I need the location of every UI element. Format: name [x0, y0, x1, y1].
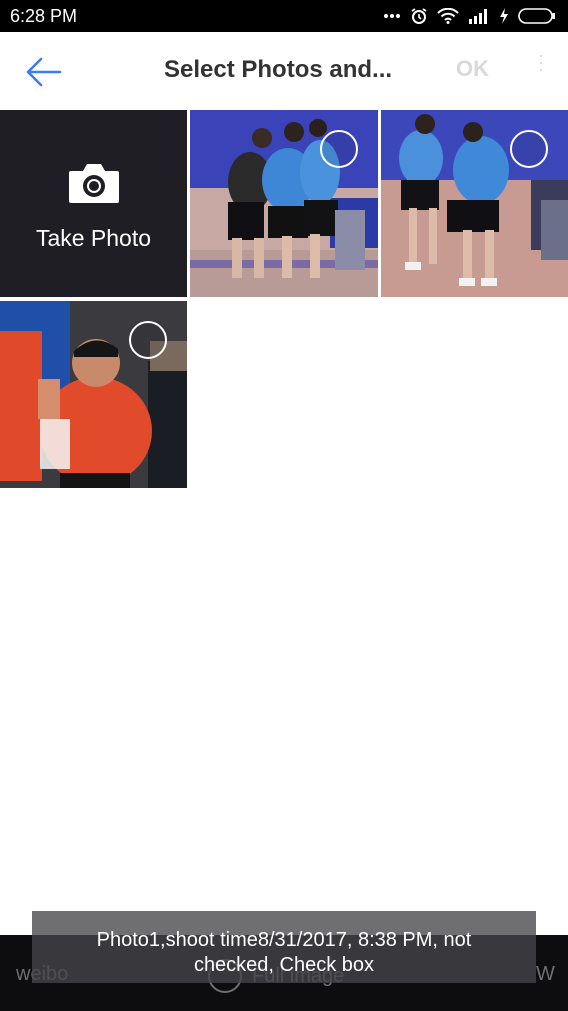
- back-button[interactable]: [24, 54, 64, 90]
- battery-icon: [518, 8, 555, 24]
- camera-icon: [68, 164, 119, 203]
- wifi-icon: [437, 8, 459, 24]
- toast-text: Photo1,shoot time8/31/2017, 8:38 PM, not…: [40, 928, 528, 978]
- status-time: 6:28 PM: [10, 5, 78, 26]
- page-title: Select Photos and...: [164, 56, 393, 83]
- signal-icon: [469, 9, 487, 24]
- charging-icon: [500, 8, 508, 24]
- more-dots-icon: [384, 14, 400, 18]
- alarm-icon: [411, 8, 427, 24]
- status-icons: [383, 7, 556, 25]
- status-bar: 6:28 PM: [0, 0, 568, 32]
- back-arrow-icon: [26, 57, 62, 87]
- photo-2-select-checkbox[interactable]: [510, 130, 548, 168]
- photo-1-select-checkbox[interactable]: [320, 130, 358, 168]
- take-photo-label: Take Photo: [35, 225, 152, 251]
- photo-thumbnail-2[interactable]: [381, 110, 568, 297]
- header: Select Photos and... OK: [0, 32, 568, 110]
- photo-thumbnail-3[interactable]: [0, 301, 187, 488]
- toast-line-2: checked, Check box: [193, 954, 375, 976]
- ok-button[interactable]: OK: [456, 56, 489, 82]
- take-photo-tile[interactable]: Take Photo: [0, 110, 187, 297]
- more-options-button[interactable]: [536, 50, 546, 90]
- photo-thumbnail-1[interactable]: [190, 110, 378, 297]
- bottom-right-label: W: [536, 963, 555, 985]
- toast-line-1: Photo1,shoot time8/31/2017, 8:38 PM, not: [96, 929, 472, 951]
- photo-3-select-checkbox[interactable]: [129, 321, 167, 359]
